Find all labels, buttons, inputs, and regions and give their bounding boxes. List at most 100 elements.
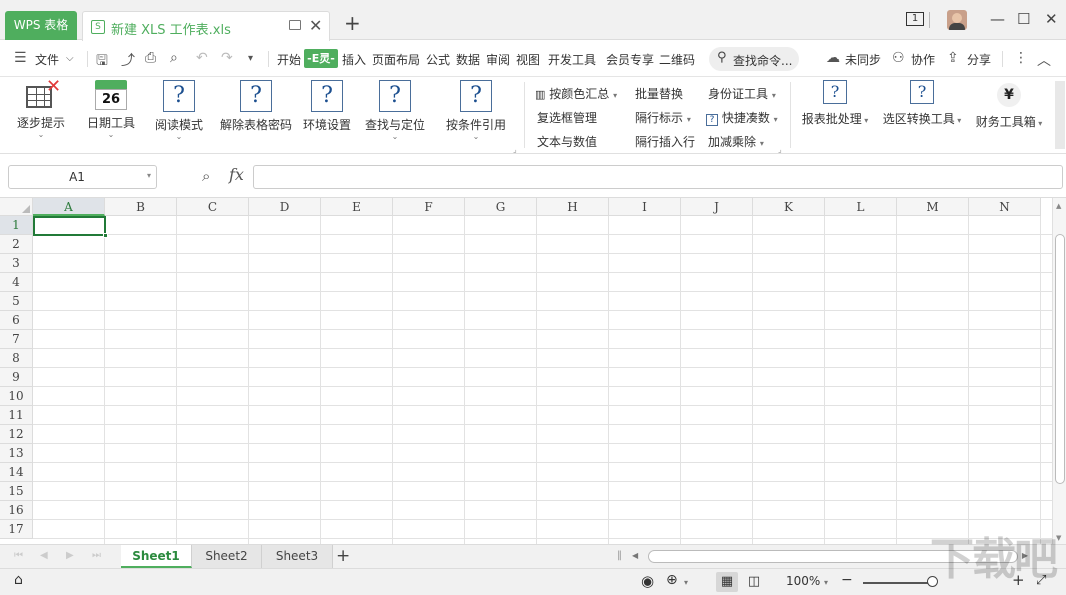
date-tool[interactable]: 26 日期工具 ⌄	[81, 80, 141, 139]
finance-toolbox-tool[interactable]: ¥ 财务工具箱 ▾	[973, 80, 1045, 130]
maximize-icon[interactable]: ☐	[1017, 10, 1030, 28]
column-header-l[interactable]: L	[825, 198, 897, 216]
group-expand-icon[interactable]: ⌟	[778, 145, 782, 154]
chevron-down-icon[interactable]: ▾	[147, 171, 151, 180]
scroll-thumb[interactable]	[1055, 234, 1065, 484]
wps-home-tab[interactable]: WPS 表格	[5, 11, 77, 40]
chevron-down-icon[interactable]: ▾	[824, 578, 828, 587]
next-sheet-icon[interactable]: ▶	[66, 550, 74, 561]
share-icon[interactable]: ⇪	[947, 50, 959, 66]
name-box[interactable]: A1 ▾	[8, 165, 157, 189]
selection-convert-tool[interactable]: ? 选区转换工具 ▾	[880, 80, 964, 127]
print-icon[interactable]: ⎙	[145, 50, 156, 66]
close-tab-icon[interactable]: ✕	[309, 16, 322, 35]
chevron-down-icon[interactable]: ▾	[684, 578, 688, 587]
window-float-icon[interactable]	[289, 20, 301, 30]
menu-insert[interactable]: 插入	[342, 51, 366, 68]
row-header-13[interactable]: 13	[0, 444, 33, 463]
menu-page-layout[interactable]: 页面布局	[372, 51, 420, 68]
alternate-row-insert-tool[interactable]: 隔行插入行	[635, 133, 695, 150]
id-card-tool[interactable]: 身份证工具 ▾	[708, 85, 776, 102]
macro-record-icon[interactable]: ⌂	[14, 572, 23, 588]
row-header-7[interactable]: 7	[0, 330, 33, 349]
ribbon-scrollbar[interactable]	[1055, 81, 1065, 149]
menu-developer[interactable]: 开发工具	[548, 51, 596, 68]
find-locate-tool[interactable]: ? 查找与定位 ⌄	[362, 80, 428, 141]
row-header-3[interactable]: 3	[0, 254, 33, 273]
save-icon[interactable]: 🖫	[96, 50, 108, 74]
collaborate-button[interactable]: 协作	[911, 51, 935, 68]
share-file-icon[interactable]: ⤴	[121, 50, 135, 70]
zoom-level[interactable]: 100%	[786, 574, 820, 588]
close-window-icon[interactable]: ✕	[1045, 10, 1058, 28]
column-header-c[interactable]: C	[177, 198, 249, 216]
row-header-11[interactable]: 11	[0, 406, 33, 425]
column-header-a[interactable]: A	[33, 198, 105, 216]
row-header-9[interactable]: 9	[0, 368, 33, 387]
scroll-left-icon[interactable]: ◀	[632, 551, 638, 560]
menu-member[interactable]: 会员专享	[606, 51, 654, 68]
select-all-corner[interactable]	[0, 198, 33, 216]
vertical-scrollbar[interactable]: ▲ ▼	[1052, 198, 1066, 544]
column-header-k[interactable]: K	[753, 198, 825, 216]
report-batch-tool[interactable]: ? 报表批处理 ▾	[800, 80, 870, 127]
prev-sheet-icon[interactable]: ◀	[40, 550, 48, 561]
cell-area[interactable]	[33, 216, 1052, 544]
arithmetic-tool[interactable]: 加减乘除 ▾	[708, 133, 764, 150]
command-search[interactable]: ⚲ 查找命令...	[709, 47, 799, 71]
row-header-10[interactable]: 10	[0, 387, 33, 406]
active-cell[interactable]	[33, 216, 108, 238]
row-header-12[interactable]: 12	[0, 425, 33, 444]
environment-settings-tool[interactable]: ? 环境设置	[299, 80, 355, 133]
column-header-g[interactable]: G	[465, 198, 537, 216]
sheet-tab-sheet3[interactable]: Sheet3	[262, 545, 333, 568]
menu-qrcode[interactable]: 二维码	[659, 51, 695, 68]
reading-mode-tool[interactable]: ? 阅读模式 ⌄	[149, 80, 209, 141]
quick-access-dropdown-icon[interactable]: ▾	[248, 53, 253, 64]
redo-icon[interactable]: ↷	[221, 50, 233, 66]
sheet-tab-sheet2[interactable]: Sheet2	[192, 545, 262, 568]
scroll-up-icon[interactable]: ▲	[1056, 202, 1061, 210]
menu-file[interactable]: 文件	[35, 51, 59, 68]
row-header-4[interactable]: 4	[0, 273, 33, 292]
cloud-sync-icon[interactable]: ☁	[826, 50, 840, 66]
minimize-icon[interactable]: —	[990, 10, 1005, 28]
column-header-b[interactable]: B	[105, 198, 177, 216]
batch-replace-tool[interactable]: 批量替换	[635, 85, 683, 102]
alternate-row-mark-tool[interactable]: 隔行标示 ▾	[635, 109, 691, 126]
page-break-view-icon[interactable]: ◫	[743, 572, 765, 592]
more-options-icon[interactable]: ⋮	[1014, 50, 1028, 66]
chevron-down-icon[interactable]: ⌵	[66, 53, 74, 64]
quick-sum-match-tool[interactable]: ? 快捷凑数 ▾	[706, 109, 778, 126]
collaborate-icon[interactable]: ⚇	[892, 50, 905, 66]
hamburger-menu-icon[interactable]: ☰	[14, 50, 27, 66]
menu-view[interactable]: 视图	[516, 51, 540, 68]
scroll-down-icon[interactable]: ▼	[1056, 534, 1061, 542]
sum-by-color-tool[interactable]: ▥ 按颜色汇总 ▾	[535, 85, 617, 102]
last-sheet-icon[interactable]: ⏭	[92, 550, 101, 561]
column-header-e[interactable]: E	[321, 198, 393, 216]
menu-formulas[interactable]: 公式	[426, 51, 450, 68]
column-header-m[interactable]: M	[897, 198, 969, 216]
row-header-16[interactable]: 16	[0, 501, 33, 520]
tab-splitter-handle[interactable]: ‖	[617, 550, 622, 561]
zoom-slider[interactable]	[863, 582, 937, 584]
column-header-f[interactable]: F	[393, 198, 465, 216]
row-header-15[interactable]: 15	[0, 482, 33, 501]
insert-function-icon[interactable]: fx	[229, 165, 244, 184]
print-preview-icon[interactable]: ⌕	[170, 50, 178, 66]
checkbox-manager-tool[interactable]: 复选框管理	[537, 109, 597, 126]
add-sheet-button[interactable]: +	[336, 546, 350, 566]
window-count-badge[interactable]: 1	[906, 12, 924, 26]
zoom-formula-icon[interactable]: ⌕	[202, 167, 210, 185]
document-tab[interactable]: S 新建 XLS 工作表.xls ✕	[82, 11, 330, 41]
menu-home[interactable]: 开始	[277, 51, 301, 68]
step-hint-tool[interactable]: ✕ 逐步提示 ⌄	[11, 76, 71, 139]
column-header-j[interactable]: J	[681, 198, 753, 216]
undo-icon[interactable]: ↶	[196, 50, 208, 66]
row-header-17[interactable]: 17	[0, 520, 33, 539]
row-header-8[interactable]: 8	[0, 349, 33, 368]
row-header-5[interactable]: 5	[0, 292, 33, 311]
formula-input[interactable]	[253, 165, 1063, 189]
sheet-tab-sheet1[interactable]: Sheet1	[121, 545, 192, 568]
